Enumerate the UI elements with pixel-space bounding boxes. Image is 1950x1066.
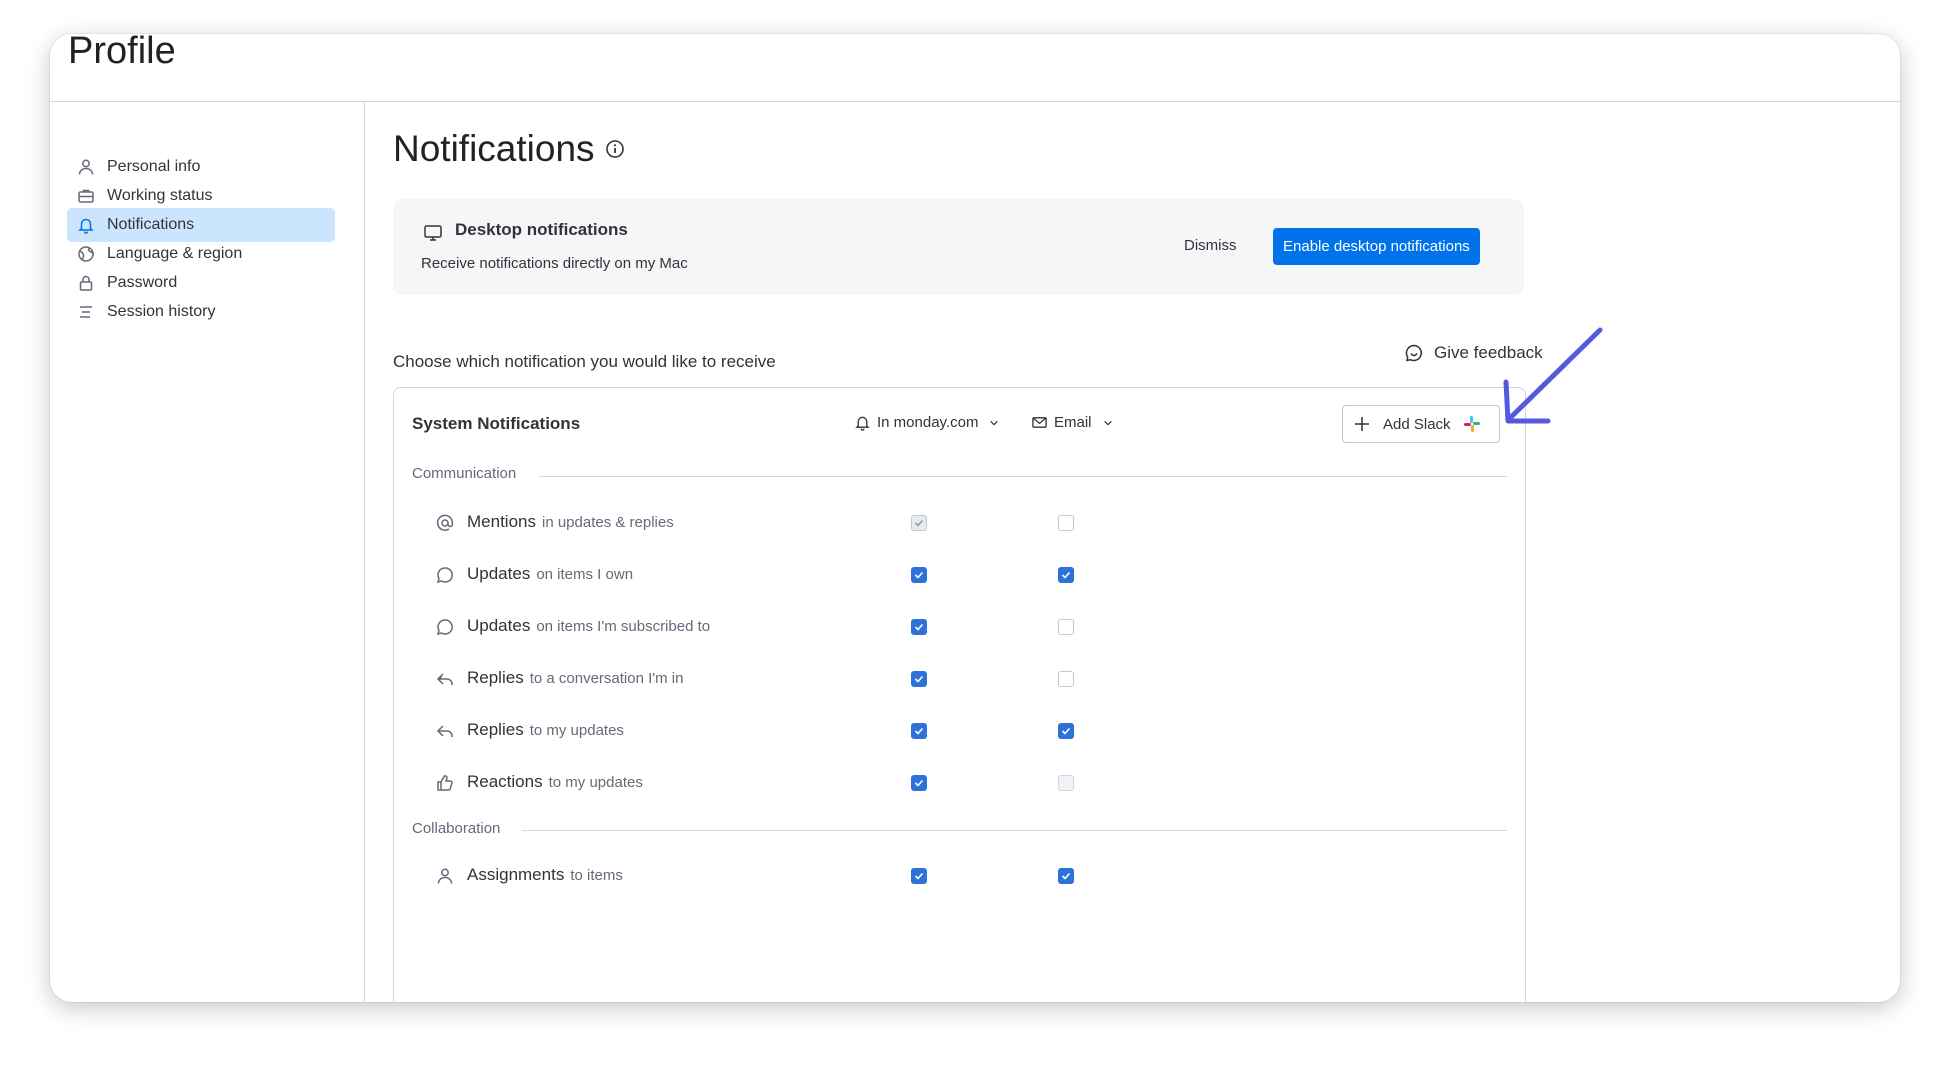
at-icon: [436, 514, 454, 532]
slack-logo-icon: [1463, 416, 1480, 432]
in-app-checkbox[interactable]: [911, 567, 927, 583]
row-label: Reactions to my updates: [467, 772, 643, 792]
sidebar: Personal info Working status Notificatio…: [50, 102, 365, 1002]
row-subtitle: in updates & replies: [541, 514, 674, 531]
notification-row-reactions: Reactions to my updates: [394, 763, 1525, 803]
row-subtitle: to my updates: [548, 774, 643, 791]
email-checkbox[interactable]: [1058, 515, 1074, 531]
section-label-collaboration: Collaboration: [412, 820, 501, 837]
row-title: Replies: [467, 668, 524, 687]
enable-desktop-notifications-button[interactable]: Enable desktop notifications: [1273, 228, 1480, 265]
globe-icon: [77, 245, 95, 263]
sidebar-item-label: Notifications: [107, 216, 195, 233]
sidebar-item-label: Personal info: [107, 158, 201, 175]
reply-icon: [436, 722, 454, 740]
banner-title: Desktop notifications: [455, 220, 628, 239]
profile-title: Profile: [68, 34, 176, 72]
in-app-checkbox[interactable]: [911, 619, 927, 635]
email-checkbox[interactable]: [1058, 671, 1074, 687]
row-title: Assignments: [467, 865, 565, 884]
in-app-checkbox[interactable]: [911, 775, 927, 791]
list-icon: [77, 303, 95, 321]
notification-row-replies-updates: Replies to my updates: [394, 711, 1525, 751]
notification-row-assignments: Assignments to items: [394, 856, 1525, 896]
row-title: Updates: [467, 616, 531, 635]
top-bar: Profile: [50, 34, 1900, 102]
person-icon: [77, 158, 95, 176]
section-label-communication: Communication: [412, 465, 517, 482]
monitor-icon: [424, 225, 442, 241]
sidebar-item-session-history[interactable]: Session history: [67, 295, 335, 329]
row-title: Mentions: [467, 512, 536, 531]
row-label: Replies to a conversation I'm in: [467, 668, 683, 688]
add-slack-label: Add Slack: [1383, 415, 1451, 433]
bell-icon: [855, 416, 870, 431]
lock-icon: [77, 274, 95, 292]
page-title-text: Notifications: [393, 128, 595, 169]
row-label: Replies to my updates: [467, 720, 624, 740]
row-title: Reactions: [467, 772, 543, 791]
app-window: Profile Personal info Working status Not…: [50, 34, 1900, 1002]
email-checkbox[interactable]: [1058, 775, 1074, 791]
in-app-checkbox[interactable]: [911, 671, 927, 687]
in-app-column-dropdown[interactable]: In monday.com: [854, 414, 1000, 431]
row-subtitle: to a conversation I'm in: [529, 670, 684, 687]
info-icon[interactable]: [605, 139, 625, 159]
in-app-column-label: In monday.com: [877, 414, 979, 431]
email-column-dropdown[interactable]: Email: [1031, 414, 1114, 431]
person-icon: [436, 867, 454, 885]
row-label: Updates on items I'm subscribed to: [467, 616, 710, 636]
row-label: Mentions in updates & replies: [467, 512, 674, 532]
annotation-arrow: [1503, 327, 1603, 424]
add-slack-button[interactable]: Add Slack: [1342, 405, 1500, 443]
system-notifications-title: System Notifications: [412, 414, 581, 433]
email-checkbox[interactable]: [1058, 868, 1074, 884]
plus-icon: [1355, 417, 1369, 431]
row-subtitle: on items I own: [536, 566, 634, 583]
notification-row-updates-own: Updates on items I own: [394, 555, 1525, 595]
in-app-checkbox[interactable]: [911, 723, 927, 739]
speech-bubble-icon: [436, 566, 454, 584]
email-checkbox[interactable]: [1058, 567, 1074, 583]
section-divider: [539, 476, 1507, 477]
banner-description: Receive notifications directly on my Mac: [421, 255, 688, 272]
row-subtitle: to items: [570, 867, 623, 884]
notification-row-replies-conversation: Replies to a conversation I'm in: [394, 659, 1525, 699]
row-subtitle: to my updates: [529, 722, 624, 739]
reply-icon: [436, 670, 454, 688]
in-app-checkbox[interactable]: [911, 868, 927, 884]
section-divider: [522, 830, 1507, 831]
page-title: Notifications: [393, 128, 625, 170]
main-content: Notifications Desktop notifications Rece…: [365, 102, 1900, 1002]
desktop-notifications-banner: Desktop notifications Receive notificati…: [393, 199, 1524, 295]
sidebar-item-label: Working status: [107, 187, 213, 204]
envelope-icon: [1032, 417, 1047, 428]
notification-row-updates-subscribed: Updates on items I'm subscribed to: [394, 607, 1525, 647]
email-column-label: Email: [1054, 414, 1092, 431]
sidebar-item-label: Language & region: [107, 245, 243, 262]
sidebar-item-label: Session history: [107, 303, 216, 320]
thumbs-up-icon: [436, 774, 454, 792]
sidebar-item-label: Password: [107, 274, 178, 291]
choose-notification-text: Choose which notification you would like…: [393, 352, 776, 371]
row-label: Updates on items I own: [467, 564, 633, 584]
row-title: Replies: [467, 720, 524, 739]
email-checkbox[interactable]: [1058, 619, 1074, 635]
chevron-down-icon: [1103, 420, 1112, 426]
briefcase-icon: [77, 187, 95, 205]
system-notifications-panel: System Notifications In monday.com Email…: [393, 387, 1526, 1002]
email-checkbox[interactable]: [1058, 723, 1074, 739]
feedback-icon: [1405, 344, 1423, 362]
row-label: Assignments to items: [467, 865, 623, 885]
chevron-down-icon: [990, 420, 999, 426]
row-subtitle: on items I'm subscribed to: [536, 618, 711, 635]
notification-row-mentions: Mentions in updates & replies: [394, 503, 1525, 543]
speech-bubble-icon: [436, 618, 454, 636]
dismiss-button[interactable]: Dismiss: [1184, 237, 1237, 254]
bell-icon: [77, 216, 95, 234]
in-app-checkbox[interactable]: [911, 515, 927, 531]
row-title: Updates: [467, 564, 531, 583]
